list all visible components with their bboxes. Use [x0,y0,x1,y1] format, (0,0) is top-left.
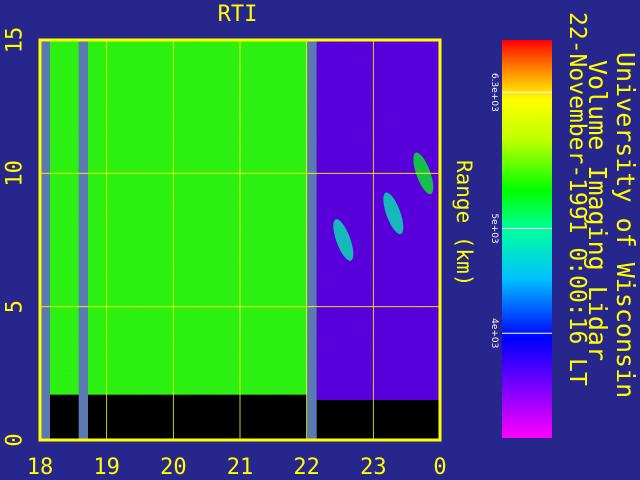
x-tick-label: 21 [227,455,254,480]
x-tick-label: 18 [27,455,54,480]
y-axis-label: Range (km) [452,160,476,287]
rti-chart: 18 19 20 21 22 23 0 0 5 10 15 4e+03 5e+03 6.3e+03 [3,27,552,480]
x-tick-label: 22 [293,455,320,480]
colorbar-scale [502,40,552,438]
data-gap [78,40,88,440]
data-texture [50,40,307,395]
y-tick-label: 15 [3,27,28,54]
chart-title: RTI [217,2,258,27]
header-line-1: University of Wisconsin [611,52,640,399]
x-tick-label: 0 [433,455,446,480]
colorbar-tick-label: 6.3e+03 [489,73,499,112]
colorbar-tick-label: 5e+03 [489,213,499,243]
data-gap [306,40,317,440]
y-tick-label: 0 [3,433,28,446]
colorbar-tick-label: 4e+03 [489,318,499,348]
y-tick-label: 10 [3,160,28,187]
y-tick-label: 5 [3,300,28,313]
header-line-3: 22-November-1991 0:00:16 LT [564,12,590,386]
x-tick-label: 23 [360,455,387,480]
x-tick-label: 19 [93,455,120,480]
x-tick-label: 20 [160,455,187,480]
